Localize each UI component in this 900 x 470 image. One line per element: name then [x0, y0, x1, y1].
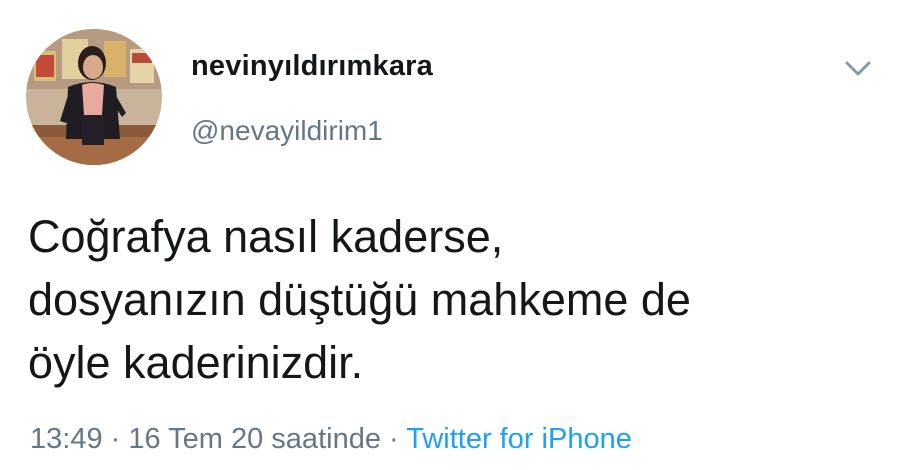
- meta-separator: ·: [380, 423, 407, 455]
- tweet-text-line: dosyanızın düştüğü mahkeme de: [28, 274, 691, 325]
- tweet-text-line: öyle kaderinizdir.: [28, 337, 364, 388]
- chevron-down-icon[interactable]: [842, 52, 874, 84]
- tweet-date[interactable]: 16 Tem 20 saatinde: [128, 423, 381, 455]
- user-handle[interactable]: @nevayildirim1: [191, 115, 383, 147]
- meta-separator: ·: [102, 423, 129, 455]
- tweet-card: nevinyıldırımkara @nevayildirim1 Coğrafy…: [0, 0, 900, 470]
- tweet-text-line: Coğrafya nasıl kaderse,: [28, 211, 504, 262]
- avatar-photo: [26, 29, 162, 165]
- tweet-source-link[interactable]: Twitter for iPhone: [406, 423, 632, 455]
- display-name[interactable]: nevinyıldırımkara: [191, 50, 433, 83]
- tweet-time[interactable]: 13:49: [30, 423, 103, 455]
- tweet-meta: 13:49 · 16 Tem 20 saatinde · Twitter for…: [30, 423, 632, 456]
- tweet-text: Coğrafya nasıl kaderse, dosyanızın düştü…: [28, 205, 868, 394]
- avatar[interactable]: [26, 29, 162, 165]
